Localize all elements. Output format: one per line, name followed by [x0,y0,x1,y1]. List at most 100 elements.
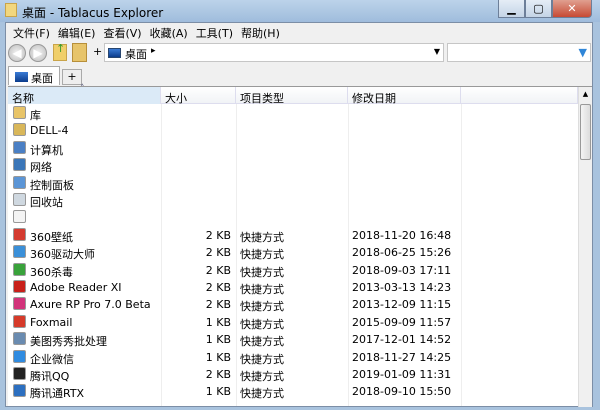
address-bar[interactable]: 桌面 ▸ ▼ [104,43,444,62]
file-name: 库 [30,109,41,122]
file-size: 2 KB [205,281,231,294]
file-date: 2015-09-09 11:57 [352,315,452,329]
file-icon [13,123,26,137]
desktop-icon [15,72,28,82]
column-type[interactable]: 项目类型 [236,87,348,105]
maximize-button[interactable]: ▢ [525,0,552,18]
file-date: 2019-01-09 11:31 [352,368,452,381]
menu-help[interactable]: 帮助(H) [237,23,284,40]
file-type: 快捷方式 [240,300,284,314]
file-row[interactable]: 腾讯通RTX 1 KB 快捷方式 2018-09-10 15:50 [8,383,578,400]
file-row[interactable]: Axure RP Pro 7.0 Beta 2 KB 快捷方式 2013-12-… [8,296,578,313]
breadcrumb-desktop[interactable]: 桌面 [125,46,147,62]
file-date: 2013-12-09 11:15 [352,298,452,312]
file-icon [13,384,26,398]
file-type: 快捷方式 [240,370,284,383]
file-row[interactable]: 360杀毒 2 KB 快捷方式 2018-09-03 17:11 [8,262,578,279]
column-date[interactable]: 修改日期 [348,87,461,105]
file-row[interactable]: DELL-4 [8,122,578,139]
file-type: 快捷方式 [240,230,284,244]
sort-ascending-icon: ˄ [80,84,85,94]
file-icon [13,193,26,206]
file-name: 美图秀秀批处理 [30,335,107,349]
column-size[interactable]: 大小 [161,87,236,105]
back-button[interactable]: ◀ [8,44,26,62]
forward-button[interactable]: ▶ [29,44,47,62]
file-type: 快捷方式 [240,265,284,279]
file-type: 快捷方式 [240,335,284,349]
file-row[interactable] [8,209,578,226]
folder-tree-icon[interactable] [72,43,87,62]
desktop-icon [108,48,121,58]
file-row[interactable]: 360驱动大师 2 KB 快捷方式 2018-06-25 15:26 [8,244,578,261]
file-name: 控制面板 [30,178,74,192]
tab-desktop[interactable]: 桌面 [8,66,60,85]
breadcrumb-arrow-icon[interactable]: ▸ [151,46,156,56]
file-icon [13,332,26,346]
column-name[interactable]: 名称 ˄ [8,84,161,105]
file-name: 企业微信 [30,352,74,366]
file-name: 360杀毒 [30,265,73,279]
add-button[interactable]: + [93,45,102,58]
file-row[interactable]: 控制面板 [8,175,578,192]
file-name: DELL-4 [30,124,69,138]
menu-bar: 文件(F) 编辑(E) 查看(V) 收藏(A) 工具(T) 帮助(H) [6,23,284,40]
file-row[interactable]: 计算机 [8,140,578,157]
file-icon [13,314,26,328]
address-dropdown-icon[interactable]: ▼ [434,47,440,56]
file-row[interactable]: 库 [8,105,578,122]
file-size: 1 KB [205,315,231,329]
menu-edit[interactable]: 编辑(E) [54,23,100,40]
file-row[interactable]: 腾讯QQ 2 KB 快捷方式 2019-01-09 11:31 [8,366,578,383]
menu-view[interactable]: 查看(V) [99,23,145,40]
file-icon [13,367,26,380]
file-icon [13,175,26,189]
file-row[interactable]: 企业微信 1 KB 快捷方式 2018-11-27 14:25 [8,349,578,366]
file-icon [13,262,26,276]
file-date: 2017-12-01 14:52 [352,333,452,347]
file-type: 快捷方式 [240,248,284,262]
file-type: 快捷方式 [240,352,284,366]
file-icon [13,140,26,154]
file-name: 360壁纸 [30,230,73,244]
vertical-scrollbar[interactable]: ▲ [578,87,592,407]
menu-tools[interactable]: 工具(T) [192,23,237,40]
file-date: 2018-06-25 15:26 [352,246,452,260]
tab-label: 桌面 [31,72,53,85]
menu-file[interactable]: 文件(F) [9,23,54,40]
file-row[interactable]: 美图秀秀批处理 1 KB 快捷方式 2017-12-01 14:52 [8,331,578,348]
new-tab-button[interactable]: + [62,69,82,85]
scroll-thumb[interactable] [580,104,591,160]
minimize-button[interactable]: ▁ [498,0,525,18]
file-type: 快捷方式 [240,283,284,296]
title-bar: 桌面 - Tablacus Explorer ▁ ▢ ✕ [0,0,600,22]
filter-input[interactable]: ▼ [447,43,591,62]
file-list[interactable]: 名称 ˄ 大小 项目类型 修改日期 库 DELL-4 计算机 网络 控制面板 回收… [8,84,592,407]
file-icon [13,106,26,119]
file-row[interactable]: 360壁纸 2 KB 快捷方式 2018-11-20 16:48 [8,227,578,244]
file-date: 2018-09-10 15:50 [352,385,452,399]
file-size: 2 KB [205,368,231,381]
file-row[interactable]: 回收站 [8,192,578,209]
scroll-up-button[interactable]: ▲ [579,87,592,102]
file-size: 1 KB [205,350,231,364]
filter-icon[interactable]: ▼ [579,46,587,59]
file-row[interactable]: Foxmail 1 KB 快捷方式 2015-09-09 11:57 [8,314,578,331]
file-name: 计算机 [30,143,63,157]
file-size: 2 KB [205,263,231,277]
menu-favorites[interactable]: 收藏(A) [146,23,192,40]
file-name: 网络 [30,161,52,175]
file-row[interactable]: Adobe Reader XI 2 KB 快捷方式 2013-03-13 14:… [8,279,578,296]
up-folder-icon[interactable]: ↑ [53,42,67,61]
file-name: 360驱动大师 [30,248,95,262]
file-icon [13,297,26,311]
file-date: 2018-09-03 17:11 [352,263,452,277]
close-button[interactable]: ✕ [552,0,592,18]
file-row[interactable]: 网络 [8,157,578,174]
file-icon [13,227,26,241]
toolbar: ◀ ▶ ↑ + 桌面 ▸ ▼ ▼ [6,41,592,65]
window-title: 桌面 - Tablacus Explorer [22,6,164,20]
file-type: 快捷方式 [240,387,284,401]
file-size: 2 KB [205,298,231,312]
file-icon [13,349,26,363]
